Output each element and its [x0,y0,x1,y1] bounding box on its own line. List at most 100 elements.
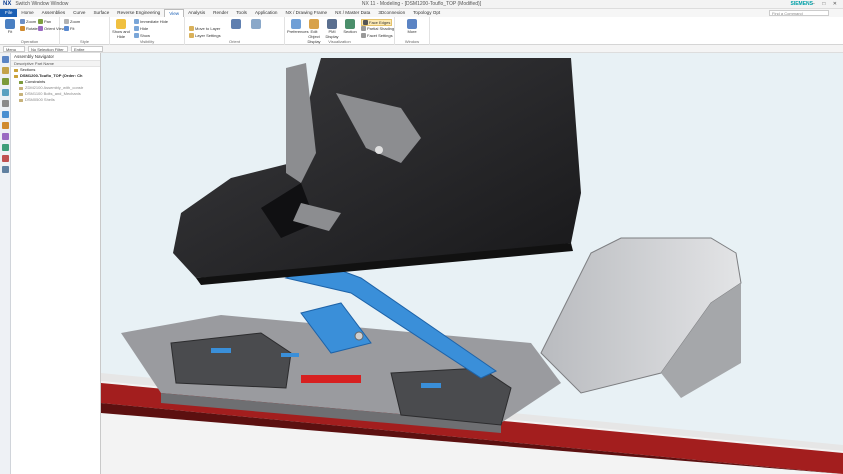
graphics-window[interactable] [101,53,843,474]
edit-object-display-icon [309,19,319,29]
section-icon [345,19,355,29]
component-icon [19,86,23,90]
show-hide-icon [116,19,126,29]
blue-clip-right [421,383,441,388]
orient-icons-button-2[interactable] [247,19,265,29]
title-bar: NX Switch Window Window NX 11 - Modeling… [0,0,843,9]
hd3d-tools-icon[interactable] [2,100,9,107]
navigator-title: Assembly Navigator [11,53,100,61]
pan-icon [38,19,43,24]
component-icon [19,92,23,96]
tab-analysis[interactable]: Analysis [184,9,209,17]
assembly-icon [14,74,18,78]
rotate-button[interactable]: Rotate [20,26,38,31]
layer-settings-icon [189,33,194,38]
quick-access-toolbar[interactable]: Switch Window Window [15,1,68,7]
selection-bar: Menu No Selection Filter Entire Assembly [0,45,843,57]
pmi-icon [327,19,337,29]
reuse-library-icon[interactable] [2,89,9,96]
window-controls[interactable]: − □ ✕ [812,1,840,7]
style-zoom-button[interactable]: Zoom [64,19,80,24]
window-more-button[interactable]: More [403,19,421,34]
palette-icon[interactable] [2,166,9,173]
tab-topology-opt[interactable]: Topology Opt [409,9,444,17]
tab-view[interactable]: View [164,9,185,17]
immediate-hide-button[interactable]: Immediate Hide [134,19,168,24]
ribbon-group-visualization: Preferences Edit Object Display PMI Disp… [285,17,395,45]
selection-filter-dropdown[interactable]: No Selection Filter [28,46,68,52]
brand-logo: SIEMENS [790,1,813,7]
facet-settings-icon [361,33,366,38]
show-button[interactable]: Show [134,33,150,38]
fit-icon [5,19,15,29]
tab-tools[interactable]: Tools [232,9,251,17]
app-logo: NX [3,1,12,7]
face-edges-icon [363,20,368,25]
selection-scope-dropdown[interactable]: Entire Assembly [71,46,103,57]
folder-icon [14,68,18,72]
pmi-display-button[interactable]: PMI Display [323,19,341,39]
part-navigator-icon[interactable] [2,78,9,85]
command-search-input[interactable]: Find a Command [769,10,829,16]
blue-clip-left [211,348,231,353]
section-icon [231,19,241,29]
web-browser-icon[interactable] [2,111,9,118]
tab-surface[interactable]: Surface [89,9,113,17]
facet-settings-button[interactable]: Facet Settings [361,33,393,38]
red-lever [301,375,361,383]
layer-settings-button[interactable]: Layer Settings [189,33,221,38]
component-icon [19,98,23,102]
tab-assemblies[interactable]: Assemblies [38,9,70,17]
style-fit-button[interactable]: Fit [64,26,74,31]
preferences-button[interactable]: Preferences [287,19,309,34]
layer-icon [189,26,194,31]
tab-reverse-engineering[interactable]: Reverse Engineering [113,9,164,17]
window-title: NX 11 - Modeling - [DSM1200-Touflo_TOP (… [361,1,482,7]
tab-render[interactable]: Render [209,9,232,17]
partial-shading-button[interactable]: Partial Shading [361,26,394,31]
roles-icon[interactable] [2,144,9,151]
system-scenes-icon[interactable] [2,155,9,162]
constraint-navigator-icon[interactable] [2,67,9,74]
pan-button[interactable]: Pan [38,19,51,24]
move-to-layer-button[interactable]: Move to Layer [189,26,220,31]
ribbon-group-window: More Window [395,17,430,45]
fit-button[interactable]: Fit [1,19,19,34]
tab-application[interactable]: Application [251,9,281,17]
zoom-button[interactable]: Zoom [20,19,36,24]
tab-3dconnexion[interactable]: 3Dconnexion [374,9,409,17]
process-studio-icon[interactable] [2,133,9,140]
ribbon-group-label: Visualization [328,39,351,44]
zoom-icon [20,19,25,24]
tab-home[interactable]: Home [17,9,37,17]
show-and-hide-button[interactable]: Show and Hide [112,19,130,39]
buckle-rivet [375,146,383,154]
tab-file[interactable]: File [0,9,18,17]
menu-button[interactable]: Menu [3,46,25,52]
assembly-navigator-icon[interactable] [2,56,9,63]
tab-drawing-frame[interactable]: NX / Drawing Frame [281,9,331,17]
show-icon [134,33,139,38]
view-cube-icon [251,19,261,29]
cad-model-render [101,58,843,474]
ski-boot-shell [173,58,581,278]
ribbon-group-visibility: Show and Hide Immediate Hide Hide Show V… [110,17,185,45]
face-edges-toggle[interactable]: Face Edges [361,19,393,26]
ribbon-tabs: File Home Assemblies Curve Surface Rever… [0,9,843,17]
partial-shading-icon [361,26,366,31]
ribbon-panel: Fit Zoom Rotate Pan Orient View Operatio… [0,17,843,45]
ribbon-group-label: Orient [229,39,240,44]
assembly-navigator: Assembly Navigator Descriptive Part Name… [11,53,101,474]
tab-master-data[interactable]: NX / Master Data [331,9,374,17]
list-item[interactable]: DSM0500 Shells [11,97,100,103]
history-icon[interactable] [2,122,9,129]
hide-button[interactable]: Hide [134,26,148,31]
section-button[interactable]: Section [341,19,359,34]
ribbon-group-label: Style [80,39,89,44]
ribbon-group-label: Operation [20,39,39,44]
preferences-icon [291,19,301,29]
constraints-icon [19,80,23,84]
orient-icons-button[interactable] [227,19,245,29]
tab-curve[interactable]: Curve [69,9,89,17]
pivot-bolt [354,331,364,341]
